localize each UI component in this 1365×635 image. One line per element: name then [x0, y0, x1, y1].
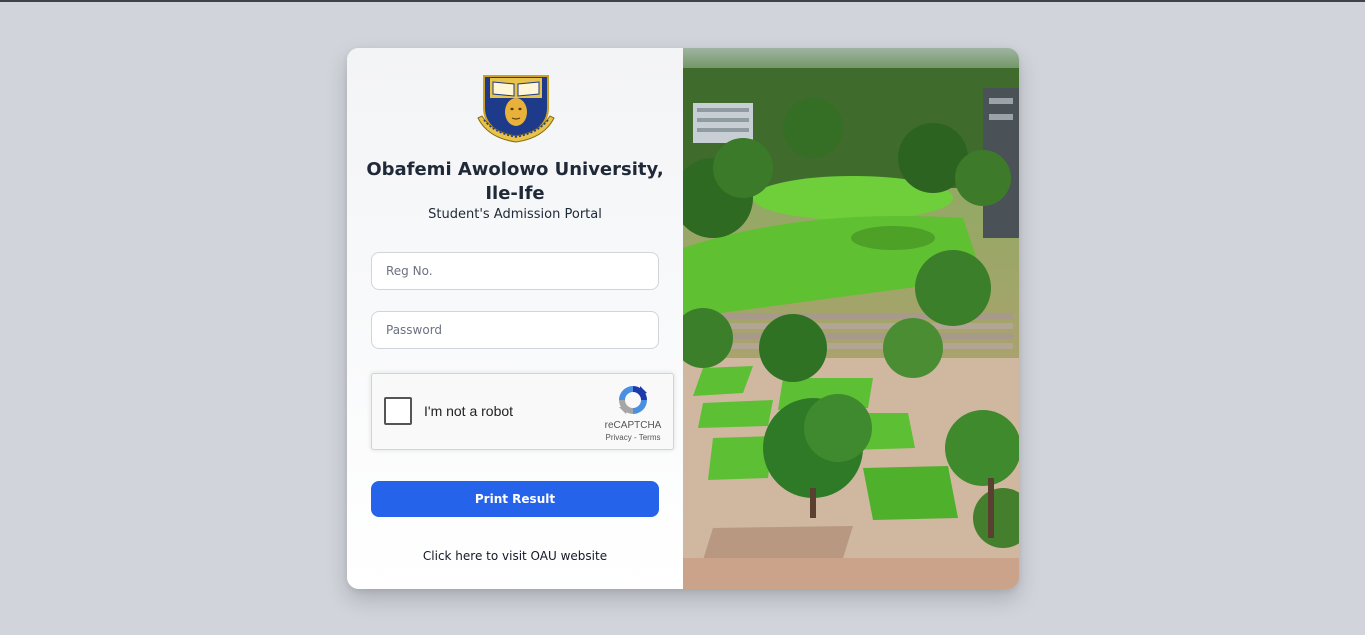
recaptcha-privacy-terms[interactable]: Privacy - Terms — [594, 433, 672, 442]
top-border — [0, 0, 1365, 2]
university-title: Obafemi Awolowo University, Ile-Ife — [347, 158, 683, 206]
campus-photo-image — [683, 48, 1019, 589]
reg-number-input[interactable] — [371, 252, 659, 290]
recaptcha-widget: I'm not a robot reCAPTCHA Privacy - Term… — [371, 373, 674, 450]
recaptcha-brand: reCAPTCHA — [604, 420, 662, 431]
university-crest-icon — [477, 75, 555, 143]
university-location: Ile-Ife — [485, 183, 545, 204]
recaptcha-checkbox[interactable] — [384, 397, 412, 425]
campus-photo — [683, 48, 1019, 589]
password-input[interactable] — [371, 311, 659, 349]
print-result-button[interactable]: Print Result — [371, 481, 659, 517]
login-card: Obafemi Awolowo University, Ile-Ife Stud… — [347, 48, 1019, 589]
recaptcha-label: I'm not a robot — [424, 403, 514, 419]
portal-subtitle: Student's Admission Portal — [428, 207, 602, 222]
login-panel: Obafemi Awolowo University, Ile-Ife Stud… — [347, 48, 683, 589]
university-name: Obafemi Awolowo University, — [366, 159, 664, 180]
visit-oau-website-link[interactable]: Click here to visit OAU website — [347, 549, 683, 563]
recaptcha-logo-icon — [619, 386, 647, 414]
